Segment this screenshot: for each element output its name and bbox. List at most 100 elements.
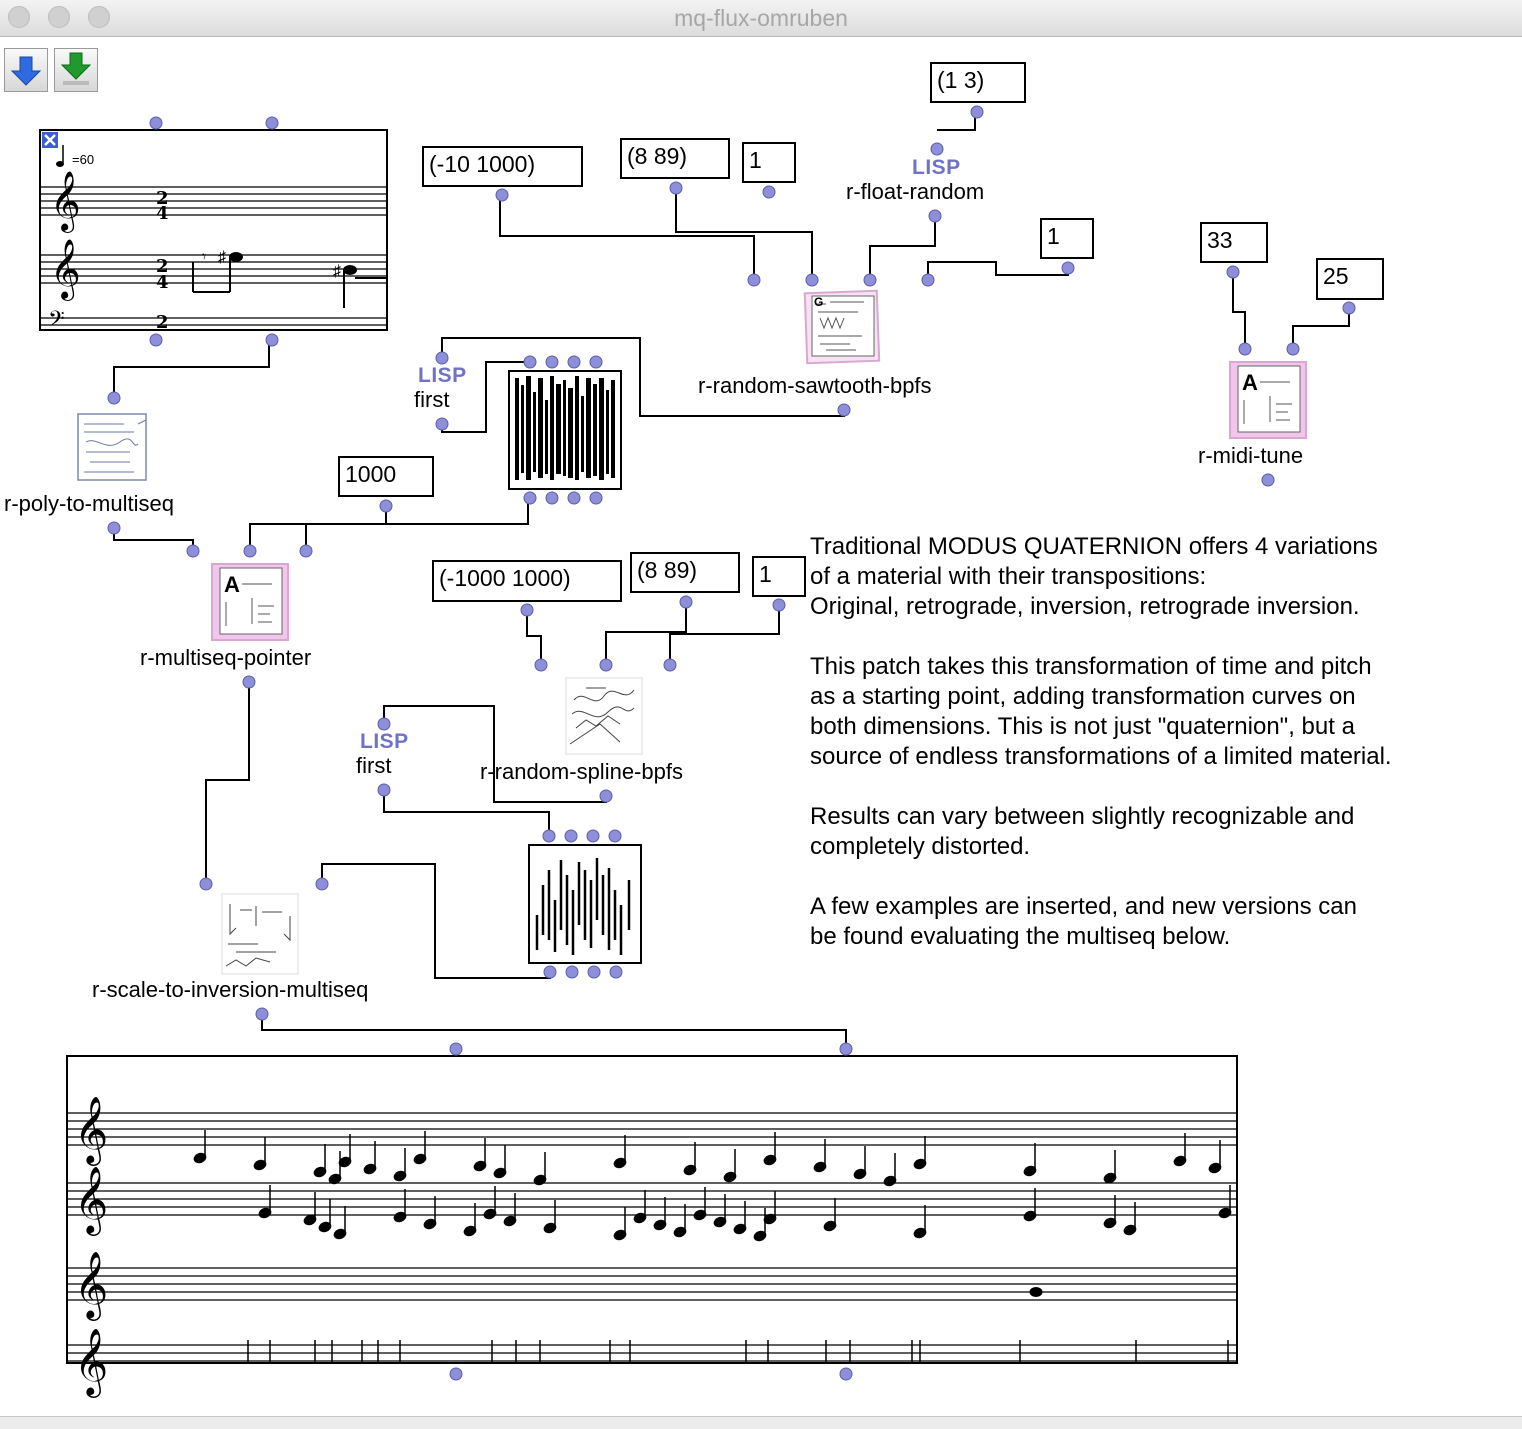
patch-inlet[interactable] [599,658,613,672]
svg-text:A: A [1242,370,1258,395]
patch-inlet[interactable] [930,142,944,156]
patch-inlet[interactable] [545,355,559,369]
value-box-33[interactable]: 33 [1200,222,1268,263]
patch-inlet[interactable] [565,965,579,979]
patch-inlet[interactable] [449,1367,463,1381]
value-box-8-89-mid[interactable]: (8 89) [630,552,740,593]
patch-inlet[interactable] [186,544,200,558]
label-float-random[interactable]: r-float-random [846,179,984,205]
patch-inlet[interactable] [543,965,557,979]
value-box-25[interactable]: 25 [1316,258,1384,300]
tempo-marking: =60 [72,152,95,167]
value-box-1-mid[interactable]: 1 [752,556,806,597]
patch-inlet[interactable] [265,116,279,130]
spline-bpfs-icon[interactable] [565,677,643,755]
patch-inlet[interactable] [609,965,623,979]
label-poly-to-multiseq[interactable]: r-poly-to-multiseq [4,491,174,517]
patch-inlet[interactable] [449,1042,463,1056]
patch-inlet[interactable] [299,544,313,558]
svg-text:𝄞: 𝄞 [74,1327,108,1398]
patch-inlet[interactable] [495,188,509,202]
patch-inlet[interactable] [265,333,279,347]
patch-inlet[interactable] [587,965,601,979]
patch-inlet[interactable] [747,273,761,287]
patch-inlet[interactable] [520,603,534,617]
patch-inlet[interactable] [523,491,537,505]
sawtooth-bpfs-icon[interactable]: G [803,289,881,365]
bpf-editor-2[interactable] [528,844,642,964]
patch-inlet[interactable] [377,783,391,797]
patch-inlet[interactable] [663,658,677,672]
label-random-spline-bpfs[interactable]: r-random-spline-bpfs [480,759,683,785]
patch-inlet[interactable] [542,829,556,843]
value-box-minus1000-1000[interactable]: (-1000 1000) [432,560,622,602]
label-first-1[interactable]: first [414,387,449,413]
patch-inlet[interactable] [107,391,121,405]
midi-tune-icon[interactable]: A [1229,361,1307,439]
patch-inlet[interactable] [1238,342,1252,356]
patch-inlet[interactable] [199,877,213,891]
patch-inlet[interactable] [762,185,776,199]
patch-inlet[interactable] [377,717,391,731]
label-scale-to-inversion-multiseq[interactable]: r-scale-to-inversion-multiseq [92,977,368,1003]
patch-inlet[interactable] [970,105,984,119]
patch-inlet[interactable] [1261,473,1275,487]
poly-to-multiseq-icon[interactable] [77,413,147,481]
label-random-sawtooth-bpfs[interactable]: r-random-sawtooth-bpfs [698,373,932,399]
patch-inlet[interactable] [567,491,581,505]
value-box-minus10-1000[interactable]: (-10 1000) [422,146,583,187]
patch-inlet[interactable] [435,351,449,365]
patch-inlet[interactable] [837,403,851,417]
bottom-score-editor[interactable]: 𝄞𝄞𝄞𝄞 [66,1055,1238,1398]
patch-inlet[interactable] [921,273,935,287]
label-midi-tune[interactable]: r-midi-tune [1198,443,1303,469]
value-box-1000[interactable]: 1000 [338,456,434,497]
svg-text:𝄞: 𝄞 [74,1095,108,1166]
patch-inlet[interactable] [315,877,329,891]
patch-inlet[interactable] [805,273,819,287]
patch-inlet[interactable] [243,544,257,558]
value-box-1-3[interactable]: (1 3) [930,62,1026,103]
scale-to-inversion-icon[interactable] [221,893,299,975]
label-multiseq-pointer[interactable]: r-multiseq-pointer [140,645,311,671]
value-box-8-89-top[interactable]: (8 89) [620,138,730,179]
patch-inlet[interactable] [149,333,163,347]
comment-paragraph: This patch takes this transformation of … [810,653,1392,770]
patch-inlet[interactable] [863,273,877,287]
patch-inlet[interactable] [523,355,537,369]
multiseq-pointer-icon[interactable]: A [211,563,289,641]
patch-inlet[interactable] [1061,261,1075,275]
patch-inlet[interactable] [545,491,559,505]
patch-inlet[interactable] [586,829,600,843]
patch-inlet[interactable] [589,355,603,369]
patch-inlet[interactable] [772,598,786,612]
patch-inlet[interactable] [435,417,449,431]
patch-inlet[interactable] [679,595,693,609]
comment-paragraph: Results can vary between slightly recogn… [810,803,1355,860]
lisp-tag-float-random: LISP [912,156,961,179]
patch-inlet[interactable] [608,829,622,843]
value-box-1-top[interactable]: 1 [742,142,796,183]
patch-inlet[interactable] [1342,301,1356,315]
patch-inlet[interactable] [599,789,613,803]
patch-inlet[interactable] [149,116,163,130]
label-first-2[interactable]: first [356,753,391,779]
patch-inlet[interactable] [1286,342,1300,356]
patch-inlet[interactable] [534,658,548,672]
patch-inlet[interactable] [589,491,603,505]
comment-paragraph: Traditional MODUS QUATERNION offers 4 va… [810,533,1378,620]
value-box-1-right[interactable]: 1 [1040,218,1094,259]
patch-inlet[interactable] [379,499,393,513]
patch-inlet[interactable] [669,181,683,195]
patch-inlet[interactable] [839,1042,853,1056]
patch-inlet[interactable] [567,355,581,369]
patch-inlet[interactable] [928,209,942,223]
bpf-editor-1[interactable] [508,370,622,490]
patch-inlet[interactable] [564,829,578,843]
patch-inlet[interactable] [255,1007,269,1021]
patch-inlet[interactable] [839,1367,853,1381]
patch-inlet[interactable] [1226,265,1240,279]
svg-text:𝄞: 𝄞 [74,1165,108,1236]
patch-inlet[interactable] [107,521,121,535]
patch-inlet[interactable] [242,675,256,689]
